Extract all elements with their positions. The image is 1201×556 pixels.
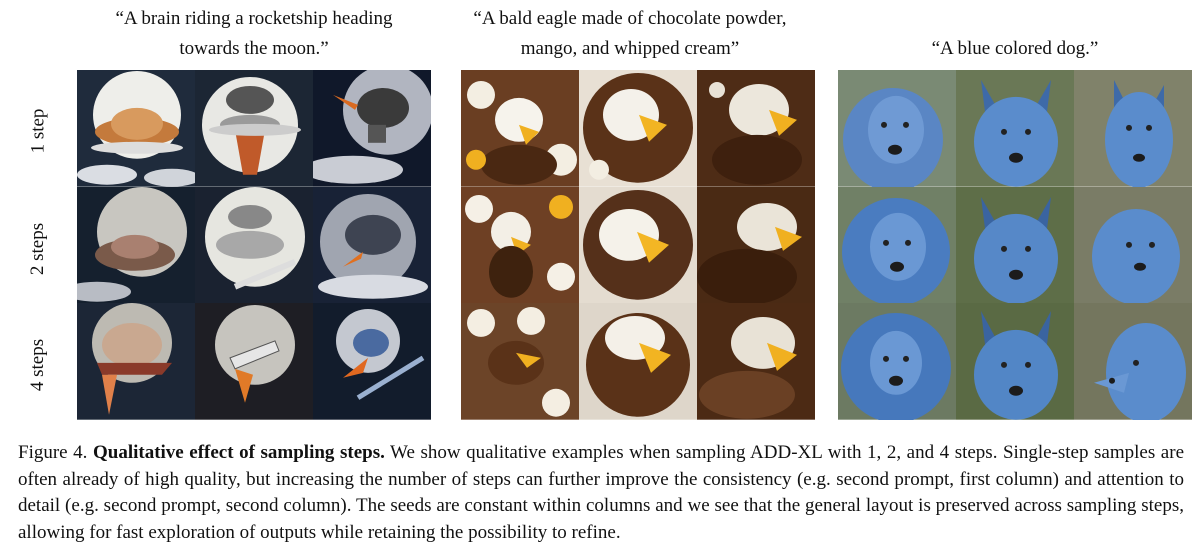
brain-rocket-image — [195, 70, 313, 187]
row-label-2: 2 steps — [27, 222, 48, 276]
row-label-1: 1 step — [27, 108, 49, 154]
blue-dog-image — [838, 70, 956, 187]
brain-rocket-image — [313, 70, 431, 187]
prompt-eagle: “A bald eagle made of chocolate powder, … — [440, 4, 820, 64]
prompt-eagle-line2: mango, and whipped cream” — [520, 38, 740, 59]
chocolate-eagle-image — [697, 186, 815, 304]
image-grid-blue-dog — [838, 70, 1192, 421]
chocolate-eagle-image — [697, 70, 815, 187]
chocolate-eagle-image — [461, 303, 579, 421]
image-grid-brain-rocket — [77, 70, 431, 421]
brain-rocket-image — [77, 303, 195, 421]
prompt-blue-dog-line1: “A blue colored dog.” — [931, 38, 1099, 59]
brain-rocket-image — [313, 303, 431, 421]
prompt-blue-dog: “A blue colored dog.” — [838, 34, 1192, 64]
chocolate-eagle-image — [697, 303, 815, 421]
brain-rocket-image — [313, 186, 431, 304]
row-label-3: 4 steps — [27, 338, 48, 392]
brain-rocket-image — [195, 186, 313, 304]
blue-dog-image — [838, 186, 956, 304]
prompt-brain-rocket-line2: towards the moon.” — [179, 38, 329, 59]
blue-dog-image — [838, 303, 956, 421]
chocolate-eagle-image — [579, 303, 697, 421]
prompt-brain-rocket-line1: “A brain riding a rocketship heading — [115, 8, 393, 29]
blue-dog-image — [956, 303, 1074, 421]
chocolate-eagle-image — [461, 186, 579, 304]
chocolate-eagle-image — [461, 70, 579, 187]
chocolate-eagle-image — [579, 186, 697, 304]
chocolate-eagle-image — [579, 70, 697, 187]
brain-rocket-image — [77, 70, 195, 187]
blue-dog-image — [1074, 186, 1192, 304]
brain-rocket-image — [195, 303, 313, 421]
blue-dog-image — [1074, 70, 1192, 187]
caption-prefix: Figure 4. — [18, 442, 93, 463]
prompt-brain-rocket: “A brain riding a rocketship heading tow… — [77, 4, 431, 64]
brain-rocket-image — [77, 186, 195, 304]
figure-caption: Figure 4. Qualitative effect of sampling… — [18, 440, 1184, 546]
blue-dog-image — [956, 70, 1074, 187]
blue-dog-image — [956, 186, 1074, 304]
prompt-eagle-line1: “A bald eagle made of chocolate powder, — [473, 8, 787, 29]
image-grid-eagle — [461, 70, 815, 421]
blue-dog-image — [1074, 303, 1192, 421]
caption-title: Qualitative effect of sampling steps. — [92, 442, 385, 463]
